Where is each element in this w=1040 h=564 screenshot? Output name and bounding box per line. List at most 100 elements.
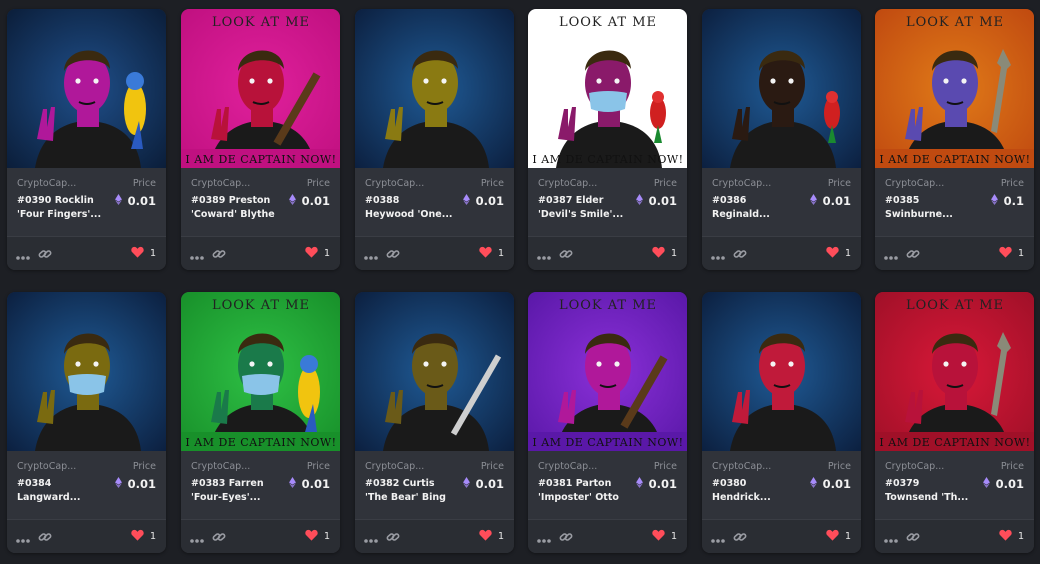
like-button[interactable]: 1	[652, 246, 677, 261]
banner-top-text: LOOK AT ME	[559, 298, 657, 313]
collection-name[interactable]: CryptoCap...	[538, 461, 628, 472]
collection-name[interactable]: CryptoCap...	[712, 178, 802, 189]
more-horizontal-icon[interactable]	[364, 531, 378, 543]
nft-card[interactable]: LOOK AT ME I AM DE CAPTAIN NOW! CryptoCap…	[875, 292, 1034, 553]
like-button[interactable]: 1	[305, 246, 330, 261]
nft-card[interactable]: LOOK AT ME I AM DE CAPTAIN NOW! CryptoCap…	[875, 9, 1034, 270]
nft-name-line-2: Heywood 'One...	[365, 209, 453, 220]
nft-card[interactable]: CryptoCap... Price #0380 Hendrick... 0.0…	[702, 292, 861, 553]
link-icon[interactable]	[733, 529, 747, 543]
ethereum-icon	[635, 477, 649, 491]
more-horizontal-icon[interactable]	[884, 531, 898, 543]
more-horizontal-icon[interactable]	[711, 531, 725, 543]
collection-name[interactable]: CryptoCap...	[365, 461, 455, 472]
like-button[interactable]: 1	[826, 529, 851, 544]
link-icon[interactable]	[386, 529, 400, 543]
nft-name-line-2: Hendrick...	[712, 492, 771, 503]
price-label: Price	[132, 178, 156, 189]
nft-image[interactable]: LOOK AT ME I AM DE CAPTAIN NOW!	[528, 292, 687, 451]
like-button[interactable]: 1	[305, 529, 330, 544]
nft-card[interactable]: CryptoCap... Price #0386 Reginald... 0.0…	[702, 9, 861, 270]
nft-card[interactable]: LOOK AT ME I AM DE CAPTAIN NOW! CryptoCap…	[528, 9, 687, 270]
nft-image[interactable]: LOOK AT ME I AM DE CAPTAIN NOW!	[875, 9, 1034, 168]
nft-name[interactable]: #0382 Curtis 'The Bear' Bing	[365, 477, 457, 505]
like-button[interactable]: 1	[999, 246, 1024, 261]
nft-name[interactable]: #0379 Townsend 'Th...	[885, 477, 977, 505]
like-button[interactable]: 1	[479, 529, 504, 544]
more-horizontal-icon[interactable]	[711, 248, 725, 260]
like-button[interactable]: 1	[131, 529, 156, 544]
nft-image[interactable]: LOOK AT ME I AM DE CAPTAIN NOW!	[528, 9, 687, 168]
collection-name[interactable]: CryptoCap...	[191, 178, 281, 189]
link-icon[interactable]	[38, 246, 52, 260]
more-horizontal-icon[interactable]	[190, 531, 204, 543]
collection-name[interactable]: CryptoCap...	[712, 461, 802, 472]
price-value: 0.01	[114, 477, 156, 491]
nft-image[interactable]: LOOK AT ME I AM DE CAPTAIN NOW!	[875, 292, 1034, 451]
like-button[interactable]: 1	[652, 529, 677, 544]
link-icon[interactable]	[386, 246, 400, 260]
nft-card[interactable]: CryptoCap... Price #0390 Rocklin 'Four F…	[7, 9, 166, 270]
price-amount: 0.01	[127, 477, 156, 491]
nft-name[interactable]: #0381 Parton 'Imposter' Otto	[538, 477, 630, 505]
nft-image[interactable]	[7, 9, 166, 168]
nft-name[interactable]: #0389 Preston 'Coward' Blythe	[191, 194, 283, 222]
nft-name[interactable]: #0384 Langward...	[17, 477, 109, 505]
nft-name[interactable]: #0387 Elder 'Devil's Smile'...	[538, 194, 630, 222]
collection-name[interactable]: CryptoCap...	[191, 461, 281, 472]
link-icon[interactable]	[906, 246, 920, 260]
nft-image[interactable]	[702, 9, 861, 168]
nft-name[interactable]: #0388 Heywood 'One...	[365, 194, 457, 222]
nft-image[interactable]	[702, 292, 861, 451]
nft-artwork: LOOK AT ME I AM DE CAPTAIN NOW!	[181, 9, 340, 168]
nft-name[interactable]: #0380 Hendrick...	[712, 477, 804, 505]
more-horizontal-icon[interactable]	[537, 248, 551, 260]
nft-image[interactable]	[355, 9, 514, 168]
price-label: Price	[653, 178, 677, 189]
nft-image[interactable]: LOOK AT ME I AM DE CAPTAIN NOW!	[181, 9, 340, 168]
nft-artwork: LOOK AT ME I AM DE CAPTAIN NOW!	[528, 292, 687, 451]
collection-name[interactable]: CryptoCap...	[365, 178, 455, 189]
nft-card[interactable]: LOOK AT ME I AM DE CAPTAIN NOW! CryptoCap…	[528, 292, 687, 553]
nft-name[interactable]: #0386 Reginald...	[712, 194, 804, 222]
nft-name[interactable]: #0385 Swinburne...	[885, 194, 977, 222]
link-icon[interactable]	[212, 529, 226, 543]
more-horizontal-icon[interactable]	[16, 248, 30, 260]
like-button[interactable]: 1	[999, 529, 1024, 544]
like-button[interactable]: 1	[479, 246, 504, 261]
more-horizontal-icon[interactable]	[537, 531, 551, 543]
nft-card[interactable]: LOOK AT ME I AM DE CAPTAIN NOW! CryptoCap…	[181, 9, 340, 270]
nft-card[interactable]: CryptoCap... Price #0382 Curtis 'The Bea…	[355, 292, 514, 553]
nft-image[interactable]: LOOK AT ME I AM DE CAPTAIN NOW!	[181, 292, 340, 451]
like-button[interactable]: 1	[131, 246, 156, 261]
nft-card[interactable]: LOOK AT ME I AM DE CAPTAIN NOW! CryptoCap…	[181, 292, 340, 553]
like-button[interactable]: 1	[826, 246, 851, 261]
link-icon[interactable]	[733, 246, 747, 260]
ethereum-icon	[982, 477, 996, 491]
nft-card[interactable]: CryptoCap... Price #0388 Heywood 'One...…	[355, 9, 514, 270]
card-footer: 1	[702, 236, 861, 270]
nft-image[interactable]	[355, 292, 514, 451]
collection-name[interactable]: CryptoCap...	[885, 178, 975, 189]
nft-card[interactable]: CryptoCap... Price #0384 Langward... 0.0…	[7, 292, 166, 553]
nft-image[interactable]	[7, 292, 166, 451]
link-icon[interactable]	[212, 246, 226, 260]
link-icon[interactable]	[906, 529, 920, 543]
nft-artwork: LOOK AT ME I AM DE CAPTAIN NOW!	[528, 9, 687, 168]
nft-name[interactable]: #0383 Farren 'Four-Eyes'...	[191, 477, 283, 505]
link-icon[interactable]	[38, 529, 52, 543]
nft-grid: CryptoCap... Price #0390 Rocklin 'Four F…	[0, 0, 1040, 564]
more-horizontal-icon[interactable]	[884, 248, 898, 260]
more-horizontal-icon[interactable]	[16, 531, 30, 543]
collection-name[interactable]: CryptoCap...	[885, 461, 975, 472]
more-horizontal-icon[interactable]	[190, 248, 204, 260]
collection-name[interactable]: CryptoCap...	[17, 178, 107, 189]
link-icon[interactable]	[559, 529, 573, 543]
banner-bottom-text: I AM DE CAPTAIN NOW!	[185, 153, 336, 166]
collection-name[interactable]: CryptoCap...	[538, 178, 628, 189]
collection-name[interactable]: CryptoCap...	[17, 461, 107, 472]
price-value: 0.01	[288, 194, 330, 208]
nft-name[interactable]: #0390 Rocklin 'Four Fingers'...	[17, 194, 109, 222]
link-icon[interactable]	[559, 246, 573, 260]
more-horizontal-icon[interactable]	[364, 248, 378, 260]
